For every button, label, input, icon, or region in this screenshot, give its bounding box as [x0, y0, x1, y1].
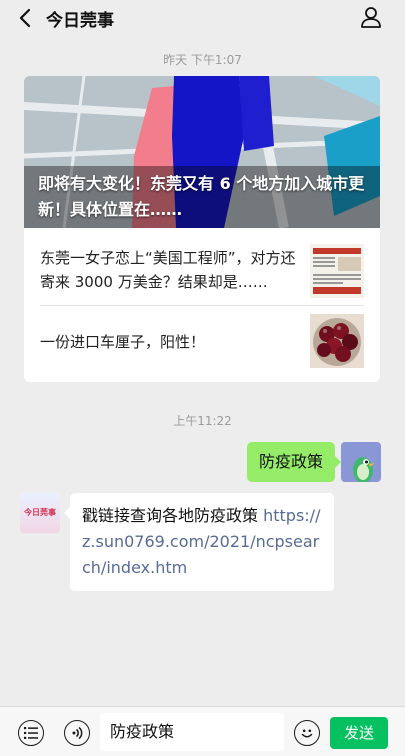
send-button[interactable]: 发送: [330, 717, 388, 749]
article-title[interactable]: 东莞一女子恋上“美国工程师”，对方还寄来 3000 万美金？结果却是……: [40, 246, 302, 294]
voice-icon[interactable]: [64, 720, 90, 746]
outgoing-message[interactable]: 防疫政策: [246, 442, 342, 482]
newspaper-thumbnail: [310, 244, 364, 298]
cherries-thumbnail: [310, 314, 364, 368]
hero-title[interactable]: 即将有大变化！东莞又有 6 个地方加入城市更新！具体位置在……: [38, 171, 374, 223]
user-avatar[interactable]: [341, 442, 381, 482]
article-title[interactable]: 一份进口车厘子，阳性！: [40, 330, 302, 354]
hero-article[interactable]: 即将有大变化！东莞又有 6 个地方加入城市更新！具体位置在……: [24, 76, 380, 228]
article-item[interactable]: 东莞一女子恋上“美国工程师”，对方还寄来 3000 万美金？结果却是……: [24, 234, 380, 308]
input-bar: 防疫政策 发送: [0, 706, 405, 756]
person-icon[interactable]: [359, 5, 383, 29]
chat-header: 今日莞事: [0, 0, 405, 36]
chat-title: 今日莞事: [46, 11, 114, 31]
article-card[interactable]: 即将有大变化！东莞又有 6 个地方加入城市更新！具体位置在…… 东莞一女子恋上“…: [24, 76, 380, 382]
article-item[interactable]: 一份进口车厘子，阳性！: [24, 306, 380, 380]
avatar-logo-text: 今日莞事: [24, 508, 56, 517]
timestamp: 昨天 下午1:07: [163, 53, 242, 67]
chevron-left-icon[interactable]: [18, 8, 32, 28]
timestamp: 上午11:22: [173, 414, 232, 428]
incoming-message[interactable]: 戳链接查询各地防疫政策 https://z.sun0769.com/2021/n…: [64, 493, 334, 591]
emoji-icon[interactable]: [294, 720, 320, 746]
official-account-avatar[interactable]: 今日莞事: [20, 493, 60, 533]
message-input[interactable]: 防疫政策: [100, 713, 284, 751]
message-text: 戳链接查询各地防疫政策: [82, 506, 259, 525]
list-menu-icon[interactable]: [18, 720, 44, 746]
